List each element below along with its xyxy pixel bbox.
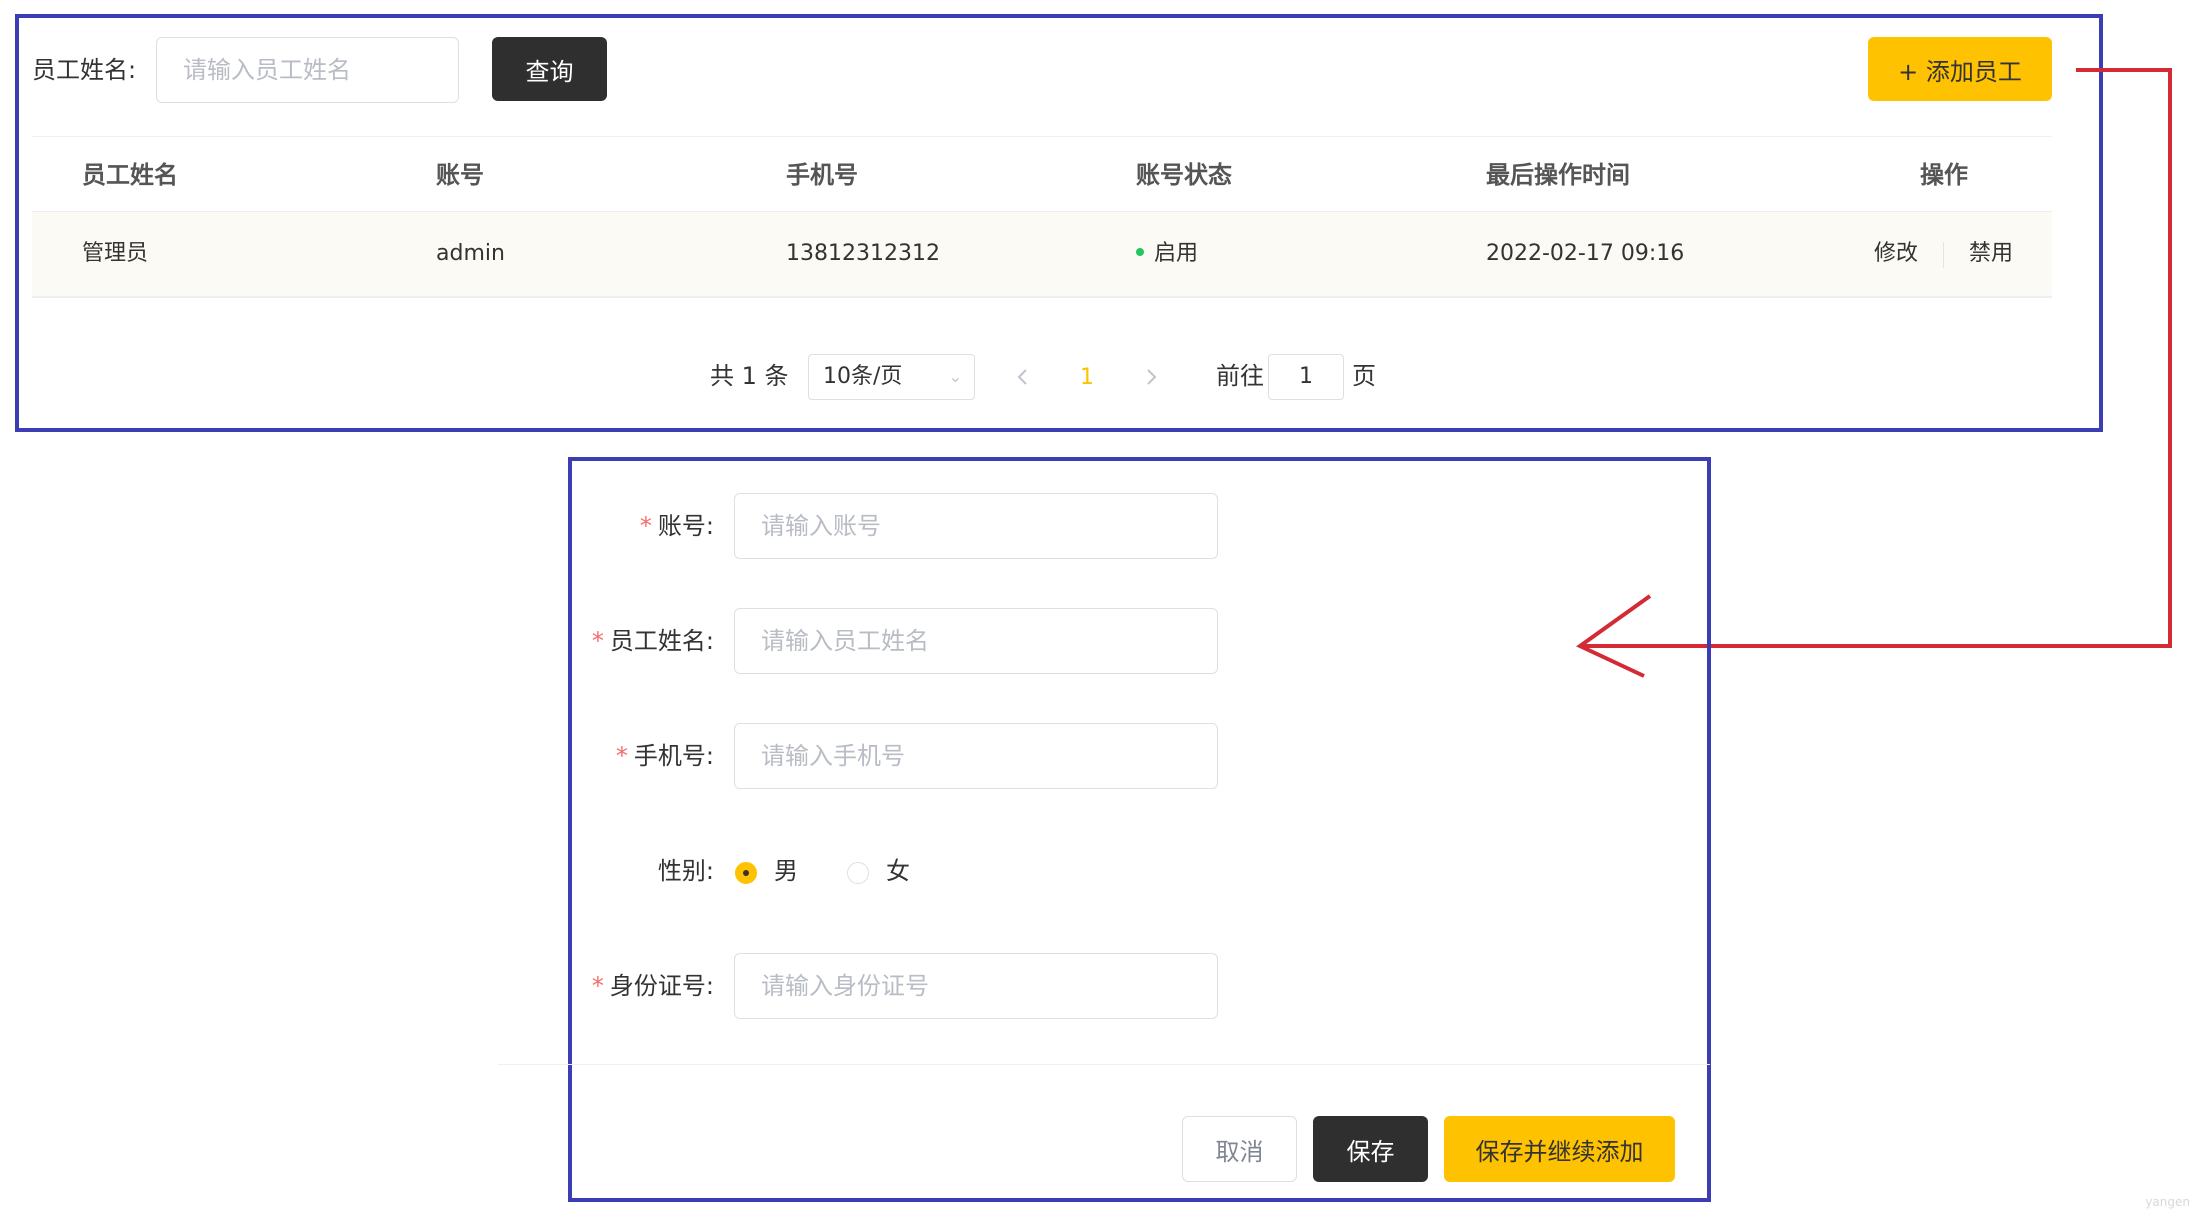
gender-female-label[interactable]: 女 bbox=[886, 853, 910, 889]
header-operation: 操作 bbox=[1920, 161, 1968, 189]
header-last-operation-time: 最后操作时间 bbox=[1486, 161, 1630, 189]
form-divider bbox=[498, 1064, 1710, 1065]
account-label: * 账号: bbox=[639, 512, 714, 540]
id-card-input[interactable] bbox=[734, 953, 1218, 1019]
save-button[interactable]: 保存 bbox=[1313, 1116, 1428, 1182]
goto-page-input[interactable]: 1 bbox=[1268, 354, 1344, 400]
cell-account-status: 启用 bbox=[1136, 238, 1198, 270]
disable-link[interactable]: 禁用 bbox=[1969, 238, 2013, 270]
employee-name-input[interactable] bbox=[734, 608, 1218, 674]
chevron-left-icon[interactable] bbox=[1016, 367, 1030, 387]
save-and-continue-button[interactable]: 保存并继续添加 bbox=[1444, 1116, 1675, 1182]
account-input[interactable] bbox=[734, 493, 1218, 559]
phone-input[interactable] bbox=[734, 723, 1218, 789]
cell-last-operation-time: 2022-02-17 09:16 bbox=[1486, 241, 1685, 266]
cell-account: admin bbox=[436, 241, 505, 266]
gender-label: 性别: bbox=[657, 857, 714, 885]
status-text: 启用 bbox=[1154, 241, 1199, 266]
goto-prefix: 前往 bbox=[1216, 362, 1264, 390]
watermark: yangen bbox=[2145, 1195, 2190, 1209]
goto-suffix: 页 bbox=[1352, 362, 1376, 390]
pagination-total: 共 1 条 bbox=[710, 362, 789, 390]
search-label: 员工姓名: bbox=[32, 56, 137, 84]
add-employee-button[interactable]: + 添加员工 bbox=[1868, 37, 2052, 101]
cell-employee-name: 管理员 bbox=[82, 241, 149, 266]
required-mark: * bbox=[591, 627, 604, 655]
gender-male-radio[interactable] bbox=[735, 862, 757, 884]
id-card-label: * 身份证号: bbox=[591, 972, 714, 1000]
required-mark: * bbox=[615, 742, 628, 770]
gender-female-radio[interactable] bbox=[847, 862, 869, 884]
header-account: 账号 bbox=[436, 161, 484, 189]
query-button[interactable]: 查询 bbox=[492, 37, 607, 101]
phone-label: * 手机号: bbox=[615, 742, 714, 770]
current-page-number[interactable]: 1 bbox=[1080, 362, 1094, 394]
table-row: 管理员 admin 13812312312 启用 2022-02-17 09:1… bbox=[32, 212, 2052, 298]
gender-male-label[interactable]: 男 bbox=[774, 853, 798, 889]
table-header: 员工姓名 账号 手机号 账号状态 最后操作时间 操作 bbox=[32, 136, 2052, 212]
add-employee-form-frame bbox=[568, 457, 1711, 1202]
header-employee-name: 员工姓名 bbox=[82, 161, 178, 189]
required-mark: * bbox=[639, 512, 652, 540]
required-mark: * bbox=[591, 972, 604, 1000]
chevron-right-icon[interactable] bbox=[1144, 367, 1158, 387]
header-account-status: 账号状态 bbox=[1136, 161, 1232, 189]
cancel-button[interactable]: 取消 bbox=[1182, 1116, 1297, 1182]
employee-name-label: * 员工姓名: bbox=[591, 627, 714, 655]
page-size-select[interactable]: 10条/页 ⌄ bbox=[808, 354, 975, 400]
edit-link[interactable]: 修改 bbox=[1874, 238, 1918, 270]
search-input[interactable] bbox=[156, 37, 459, 103]
page-size-value: 10条/页 bbox=[823, 364, 903, 389]
status-dot-icon bbox=[1136, 248, 1144, 256]
cell-phone: 13812312312 bbox=[786, 241, 940, 266]
header-phone: 手机号 bbox=[786, 161, 858, 189]
operation-divider bbox=[1943, 242, 1944, 268]
chevron-down-icon: ⌄ bbox=[948, 367, 962, 386]
